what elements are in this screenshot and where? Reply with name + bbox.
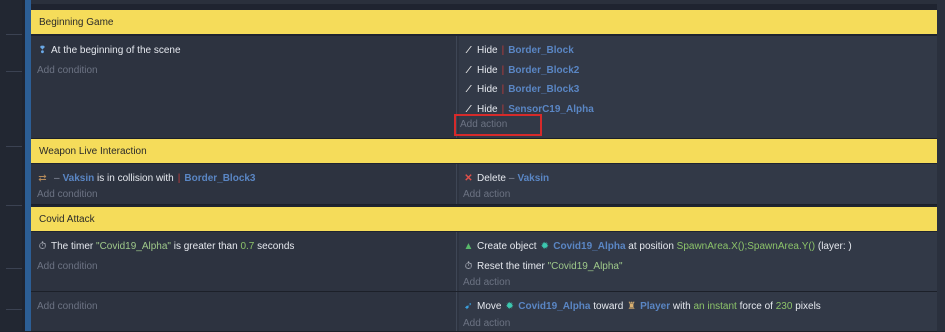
- action-verb: Delete: [477, 173, 506, 184]
- force-type: an instant: [693, 301, 737, 312]
- scene-start-icon: ❢: [38, 45, 47, 56]
- condition-collision[interactable]: ⇄ – Vaksin is in collision with | Border_Blo…: [37, 169, 456, 189]
- separator: |: [501, 103, 505, 115]
- object-name: Border_Block: [508, 45, 574, 56]
- previous-event-edge: [31, 0, 937, 4]
- object-name: Border_Block3: [508, 84, 580, 95]
- action-verb: Move: [477, 301, 502, 312]
- gutter-divider: [6, 309, 22, 310]
- actions-column[interactable]: ▲ Create object ✹ Covid19_Alpha at positio…: [459, 232, 937, 291]
- separator: –: [54, 173, 60, 184]
- action-delete[interactable]: ✕ Delete – Vaksin: [463, 169, 937, 189]
- action-verb: Hide: [477, 84, 498, 95]
- action-text: with: [672, 301, 691, 312]
- action-verb: Hide: [477, 45, 498, 56]
- actions-column[interactable]: ✕ Delete – Vaksin Add action: [459, 164, 937, 204]
- add-action-link[interactable]: Add action: [463, 189, 937, 201]
- action-move-toward[interactable]: ➹ Move ✹ Covid19_Alpha toward ♜ Player with…: [463, 297, 937, 317]
- scrollbar-track[interactable]: [937, 0, 945, 331]
- group-title: Weapon Live Interaction: [39, 145, 147, 157]
- separator: |: [501, 84, 505, 95]
- player-object-icon: ♜: [627, 301, 637, 312]
- action-create-object[interactable]: ▲ Create object ✹ Covid19_Alpha at positio…: [463, 237, 937, 257]
- action-text: force of: [739, 301, 773, 312]
- gutter-divider: [6, 146, 22, 147]
- group-header-covid-attack[interactable]: Covid Attack: [31, 207, 937, 231]
- conditions-column[interactable]: ❢ At the beginning of the scene Add condi…: [31, 36, 457, 138]
- condition-timer[interactable]: ⏱ The timer "Covid19_Alpha" is greater th…: [37, 237, 456, 257]
- condition-text: is greater than: [173, 241, 238, 252]
- unit-text: seconds: [257, 241, 295, 252]
- layer-text: (layer: ): [817, 241, 852, 252]
- group-title: Beginning Game: [39, 16, 114, 28]
- add-condition-link[interactable]: Add condition: [37, 257, 456, 277]
- object-name: Vaksin: [517, 173, 550, 184]
- action-verb: Hide: [477, 103, 498, 115]
- conditions-column[interactable]: Add condition: [31, 292, 457, 331]
- sprite-object-icon: ✹: [540, 241, 549, 252]
- action-text: toward: [593, 301, 624, 312]
- hide-flag-icon: ⁄: [467, 84, 470, 95]
- separator: |: [501, 45, 505, 56]
- gutter-divider: [6, 71, 22, 72]
- condition-text: is in collision with: [97, 173, 174, 184]
- timer-name: "Covid19_Alpha": [547, 260, 623, 272]
- event-row-covid-timer[interactable]: ⏱ The timer "Covid19_Alpha" is greater th…: [31, 232, 937, 292]
- left-gutter: [0, 0, 22, 331]
- action-verb: Reset the timer: [477, 260, 545, 272]
- create-object-icon: ▲: [463, 241, 474, 252]
- conditions-column[interactable]: ⏱ The timer "Covid19_Alpha" is greater th…: [31, 232, 457, 291]
- unit-text: pixels: [795, 301, 821, 312]
- highlight-box: [454, 114, 542, 136]
- gutter-divider: [6, 205, 22, 206]
- hide-flag-icon: ⁄: [467, 64, 470, 76]
- timer-value: 0.7: [240, 241, 255, 252]
- object-name: Border_Block3: [184, 173, 256, 184]
- object-name: Player: [640, 301, 671, 312]
- condition-scene-start[interactable]: ❢ At the beginning of the scene: [37, 41, 456, 61]
- add-condition-link[interactable]: Add condition: [37, 61, 456, 81]
- separator: |: [501, 64, 505, 76]
- object-name: Covid19_Alpha: [518, 301, 591, 312]
- gutter-divider: [6, 268, 22, 269]
- actions-column[interactable]: ➹ Move ✹ Covid19_Alpha toward ♜ Player with…: [459, 292, 937, 331]
- hide-flag-icon: ⁄: [467, 45, 470, 56]
- add-action-link[interactable]: Add action: [463, 276, 937, 290]
- object-name: Covid19_Alpha: [553, 241, 626, 252]
- move-force-icon: ➹: [464, 301, 473, 312]
- event-row-covid-move[interactable]: Add condition ➹ Move ✹ Covid19_Alpha towar…: [31, 292, 937, 332]
- object-name: Border_Block2: [508, 64, 580, 76]
- conditions-column[interactable]: ⇄ – Vaksin is in collision with | Border_Blo…: [31, 164, 457, 204]
- action-verb: Create object: [477, 241, 537, 252]
- condition-text: The timer: [51, 241, 94, 252]
- add-action-link[interactable]: Add action: [463, 317, 937, 331]
- gutter-divider: [6, 34, 22, 35]
- action-text: at position: [628, 241, 674, 252]
- timer-icon: ⏱: [38, 241, 47, 252]
- object-name: SensorC19_Alpha: [508, 103, 594, 115]
- collision-icon: ⇄: [38, 173, 47, 184]
- action-verb: Hide: [477, 64, 498, 76]
- condition-text: At the beginning of the scene: [51, 45, 181, 56]
- force-value: 230: [775, 301, 793, 312]
- add-condition-link[interactable]: Add condition: [37, 189, 456, 201]
- action-hide[interactable]: ⁄ Hide | Border_Block2: [463, 61, 937, 81]
- timer-icon: ⏱: [464, 260, 473, 272]
- action-hide[interactable]: ⁄ Hide | Border_Block3: [463, 80, 937, 100]
- event-row-weapon[interactable]: ⇄ – Vaksin is in collision with | Border_Blo…: [31, 164, 937, 205]
- add-condition-link[interactable]: Add condition: [37, 297, 456, 317]
- group-title: Covid Attack: [39, 213, 95, 225]
- position-expression: SpawnArea.X();SpawnArea.Y(): [676, 241, 816, 252]
- timer-name: "Covid19_Alpha": [96, 241, 171, 252]
- sprite-object-icon: ✹: [505, 301, 514, 312]
- separator: |: [177, 173, 181, 184]
- group-header-weapon-live-interaction[interactable]: Weapon Live Interaction: [31, 139, 937, 163]
- separator: –: [508, 173, 515, 184]
- delete-x-icon: ✕: [464, 173, 473, 184]
- object-name: Vaksin: [62, 173, 95, 184]
- group-header-beginning-game[interactable]: Beginning Game: [31, 10, 937, 34]
- action-hide[interactable]: ⁄ Hide | Border_Block: [463, 41, 937, 61]
- action-reset-timer[interactable]: ⏱ Reset the timer "Covid19_Alpha": [463, 257, 937, 277]
